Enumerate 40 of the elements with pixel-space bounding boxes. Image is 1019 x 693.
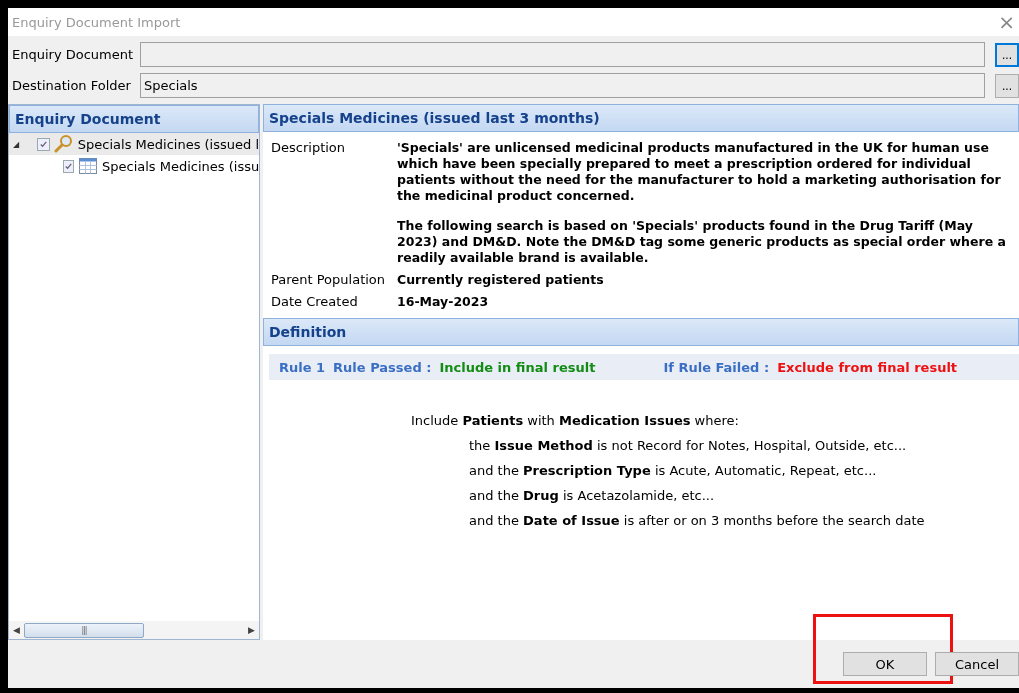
expand-toggle[interactable]: ◢ [13,139,27,149]
table-icon [78,156,98,176]
rule-failed-action: Exclude from final result [777,359,958,375]
panel-header: Enquiry Document [9,105,259,133]
rule-passed-action: Include in final result [439,359,596,375]
browse-button[interactable]: ... [995,73,1019,98]
criteria-line: and the Drug is Acetazolamide, etc... [468,487,716,505]
rule-failed-label: If Rule Failed : [663,359,770,375]
criteria-line: and the Prescription Type is Acute, Automatic, Repeat, etc... [468,462,878,480]
dialog-button[interactable]: OK [843,652,927,676]
property-value: The following search is based on 'Specials' products found in the Drug Tariff (May 2023) and DM&D. Note the DM&D tag some generic products as special order where a readily available brand is available. [397,218,1007,266]
checkbox[interactable] [36,137,50,151]
check-icon [38,139,48,149]
rule-passed-label: Rule Passed : [333,359,432,375]
magnifier-icon [53,134,74,154]
field-label: Enquiry Document [12,47,135,62]
property-value: 16-May-2023 [397,294,490,310]
tree-item[interactable]: Specials Medicines (issu [9,155,259,177]
tree-item[interactable]: ◢ Specials Medicines (issued l [9,133,259,155]
panel-header: Specials Medicines (issued last 3 months) [263,104,1019,132]
window-title: Enquiry Document Import [12,14,181,30]
property-label: Description [271,140,347,157]
criteria-line: Include Patients with Medication Issues where: [411,412,740,430]
criteria-line: the Issue Method is not Record for Notes, Hospital, Outside, etc... [468,437,908,455]
property-label: Parent Population [271,272,387,288]
browse-button[interactable]: ... [995,42,1019,67]
input-field[interactable] [140,42,985,67]
property-value: Currently registered patients [397,272,605,288]
field-label: Destination Folder [12,78,132,93]
check-icon [64,161,73,171]
close-button[interactable]: × [994,10,1019,34]
dialog-button[interactable]: Cancel [935,652,1019,676]
criteria-line: and the Date of Issue is after or on 3 months before the search date [468,512,926,530]
checkbox[interactable] [63,159,74,173]
section-header: Definition [263,318,1019,346]
property-value: 'Specials' are unlicensed medicinal products manufactured in the UK for human use which have been specially prepared to meet a prescription ordered for individual patients without the need for the manufacturer to hold a marketing authorisation for the medicinal product concerned. [397,140,1002,204]
property-label: Date Created [271,294,359,310]
horizontal-scrollbar[interactable]: ◀ ||| ▶ [9,621,259,639]
input-field[interactable]: Specials [140,73,985,98]
rule-name: Rule 1 [279,359,326,375]
